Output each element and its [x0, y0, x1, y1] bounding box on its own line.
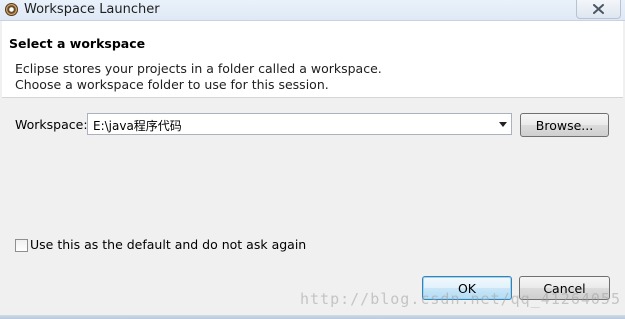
- title-bar[interactable]: Workspace Launcher: [0, 0, 625, 21]
- browse-button[interactable]: Browse...: [520, 113, 609, 137]
- workspace-launcher-window: Workspace Launcher Select a workspace Ec…: [0, 0, 625, 319]
- eclipse-icon: [5, 3, 18, 16]
- page-title: Select a workspace: [9, 36, 146, 51]
- close-button[interactable]: [576, 0, 621, 19]
- header-panel: Select a workspace Eclipse stores your p…: [2, 21, 623, 98]
- ok-button[interactable]: OK: [422, 276, 512, 300]
- close-icon: [593, 4, 604, 14]
- workspace-path-value[interactable]: E:\java程序代码: [93, 117, 182, 134]
- default-checkbox-label[interactable]: Use this as the default and do not ask a…: [30, 237, 306, 252]
- window-bottom-border: [0, 315, 625, 319]
- dropdown-arrow-icon[interactable]: [499, 122, 507, 127]
- description-line: Eclipse stores your projects in a folder…: [15, 61, 382, 76]
- cancel-button[interactable]: Cancel: [519, 276, 610, 300]
- window-title: Workspace Launcher: [24, 2, 160, 17]
- workspace-label: Workspace:: [15, 117, 88, 132]
- description-line: Choose a workspace folder to use for thi…: [15, 77, 329, 92]
- workspace-combo[interactable]: E:\java程序代码: [87, 113, 512, 135]
- default-checkbox[interactable]: [15, 239, 28, 252]
- header-description: Eclipse stores your projects in a folder…: [15, 61, 382, 93]
